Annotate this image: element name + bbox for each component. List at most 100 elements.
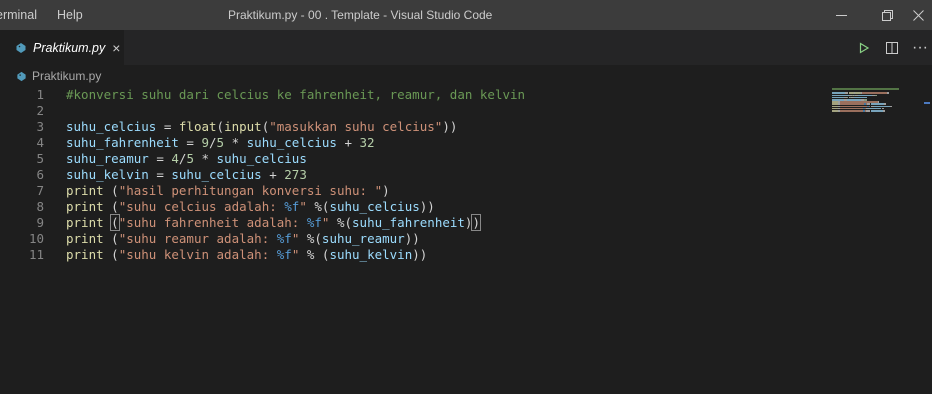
code-token: = [148, 167, 172, 182]
line-number: 11 [28, 247, 44, 262]
code-line[interactable]: 7 print ("hasil perhitungan konversi suhu… [0, 183, 825, 199]
code-token: * [224, 135, 247, 150]
code-line[interactable]: 8 print ("suhu celcius adalah: %f" %(suhu… [0, 199, 825, 215]
code-token: 4 [171, 151, 179, 166]
code-token: % ( [299, 247, 330, 262]
code-line[interactable]: 5 suhu_reamur = 4/5 * suhu_celcius [0, 151, 825, 167]
minimap-token [874, 94, 878, 97]
code-token: %( [329, 215, 353, 230]
breadcrumb[interactable]: Praktikum.py [0, 65, 101, 87]
code-token: suhu_kelvin [66, 167, 149, 182]
minimize-icon [835, 14, 847, 16]
menu-help[interactable]: Help [57, 0, 91, 30]
code-line[interactable]: 2 [0, 103, 825, 119]
code-token: %f [306, 215, 322, 230]
code-token: "suhu fahrenheit adalah: [118, 215, 307, 230]
code-line[interactable]: 11 print ("suhu kelvin adalah: %f" % (suh… [0, 247, 825, 263]
matched-bracket: ) [471, 214, 481, 231]
minimap-token [832, 88, 900, 90]
code-line[interactable]: 4 suhu_fahrenheit = 9/5 * suhu_celcius + … [0, 135, 825, 151]
code-line[interactable]: 6 suhu_kelvin = suhu_celcius + 273 [0, 167, 825, 183]
code-token: " [299, 199, 307, 214]
minimap-token [839, 110, 863, 112]
close-window-button[interactable] [904, 0, 932, 30]
code-token: suhu_celcius [66, 119, 157, 134]
code-token: ( [103, 231, 119, 246]
code-line[interactable]: 3 suhu_celcius = float(input("masukkan su… [0, 119, 825, 135]
minimap[interactable] [828, 87, 932, 394]
code-token: %( [299, 231, 322, 246]
line-code: print ("hasil perhitungan konversi suhu:… [66, 183, 390, 199]
code-line[interactable]: 10 print ("suhu reamur adalah: %f" %(suhu… [0, 231, 825, 247]
code-token: suhu_kelvin [329, 247, 413, 262]
code-token: ( [216, 119, 225, 134]
code-line[interactable]: 9 print ("suhu fahrenheit adalah: %f" %(s… [0, 214, 825, 231]
code-token: #konversi suhu dari celcius ke fahrenhei… [66, 87, 526, 102]
minimap-token [887, 92, 890, 94]
code-token: suhu_celcius [246, 135, 337, 150]
code-token: = [148, 151, 172, 166]
code-token: )) [404, 231, 420, 246]
code-token: "masukkan suhu celcius" [269, 119, 443, 134]
title-bar: erminal Help Praktikum.py - 00 . Templat… [0, 0, 932, 30]
code-token: suhu_fahrenheit [66, 135, 179, 150]
code-token: %f [276, 247, 292, 262]
tab-label: Praktikum.py [33, 40, 106, 55]
tab-praktikum-py[interactable]: Praktikum.py × [0, 30, 124, 65]
code-token: 9 [201, 135, 209, 150]
code-token: "suhu reamur adalah: [118, 231, 277, 246]
line-code: print ("suhu reamur adalah: %f" %(suhu_r… [66, 231, 420, 247]
line-number: 9 [36, 215, 44, 230]
editor-actions: ··· [848, 30, 932, 65]
line-code: suhu_reamur = 4/5 * suhu_celcius [66, 151, 307, 167]
code-token: suhu_reamur [66, 151, 149, 166]
line-number: 8 [36, 199, 44, 214]
code-token: suhu_celcius [216, 151, 307, 166]
code-token: input [224, 119, 262, 134]
minimap-token [891, 105, 893, 108]
line-code: suhu_kelvin = suhu_celcius + 273 [66, 167, 307, 183]
line-code: print ("suhu kelvin adalah: %f" % (suhu_… [66, 247, 427, 263]
code-line[interactable]: 1 #konversi suhu dari celcius ke fahrenhe… [0, 87, 825, 103]
code-token: 5 [186, 151, 194, 166]
code-token: "suhu celcius adalah: [118, 199, 285, 214]
code-token: "suhu kelvin adalah: [118, 247, 277, 262]
code-token: 5 [216, 135, 225, 150]
minimize-button[interactable] [818, 0, 864, 30]
minimap-token [882, 110, 885, 112]
code-token: )) [442, 119, 458, 134]
code-token: suhu_reamur [321, 231, 405, 246]
scrollbar-cursor-marker [924, 102, 930, 104]
menu-bar: erminal Help [0, 0, 91, 30]
restore-icon [881, 9, 893, 21]
code-editor[interactable]: 1 #konversi suhu dari celcius ke fahrenhe… [0, 87, 825, 394]
line-number: 7 [36, 183, 44, 198]
more-actions-icon[interactable]: ··· [908, 36, 932, 60]
python-file-icon [15, 42, 27, 54]
breadcrumb-file[interactable]: Praktikum.py [32, 69, 101, 83]
line-number: 5 [36, 151, 44, 166]
code-token: + [261, 167, 285, 182]
run-icon[interactable] [852, 36, 876, 60]
line-code: #konversi suhu dari celcius ke fahrenhei… [66, 87, 525, 103]
line-number: 1 [36, 87, 44, 102]
split-editor-icon[interactable] [880, 36, 904, 60]
code-token: * [193, 151, 217, 166]
code-token: "hasil perhitungan konversi suhu: " [118, 183, 383, 198]
vertical-scrollbar[interactable] [918, 87, 932, 394]
code-token: 273 [284, 167, 307, 182]
minimap-token [870, 110, 883, 112]
code-token: / [209, 135, 217, 150]
python-file-icon [16, 71, 27, 82]
code-token: ( [103, 199, 119, 214]
tab-close-icon[interactable]: × [112, 40, 120, 56]
line-code: print ("suhu celcius adalah: %f" %(suhu_… [66, 199, 435, 215]
menu-terminal[interactable]: erminal [0, 0, 57, 30]
code-token: print [66, 183, 104, 198]
code-token: float [178, 119, 217, 134]
code-token: suhu_fahrenheit [352, 215, 465, 230]
code-token: %f [276, 231, 292, 246]
code-token: suhu_celcius [329, 199, 420, 214]
line-code: suhu_fahrenheit = 9/5 * suhu_celcius + 3… [66, 135, 375, 151]
code-token: + [336, 135, 360, 150]
